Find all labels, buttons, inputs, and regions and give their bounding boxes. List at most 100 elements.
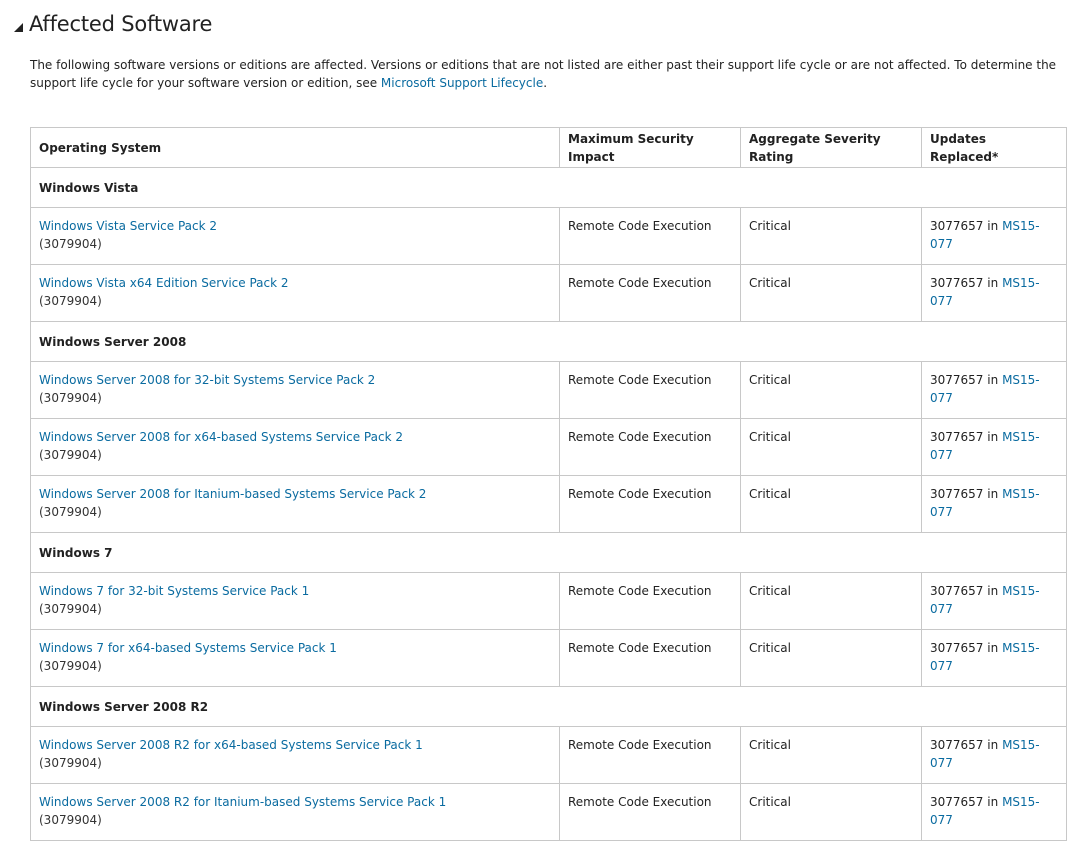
impact-cell: Remote Code Execution [559, 207, 741, 265]
os-link[interactable]: Windows Vista x64 Edition Service Pack 2 [39, 276, 289, 290]
replaced-kb: 3077657 [930, 738, 984, 752]
affected-software-table: Operating System Maximum Security Impact… [30, 127, 1067, 841]
replaced-kb: 3077657 [930, 487, 984, 501]
replaced-in: in [987, 430, 999, 444]
severity-cell: Critical [740, 264, 922, 322]
severity-cell: Critical [740, 475, 922, 533]
impact-cell: Remote Code Execution [559, 629, 741, 687]
replaced-cell: 3077657 in MS15-077 [921, 418, 1067, 476]
severity-cell: Critical [740, 572, 922, 630]
replaced-cell: 3077657 in MS15-077 [921, 572, 1067, 630]
impact-cell: Remote Code Execution [559, 264, 741, 322]
impact-cell: Remote Code Execution [559, 475, 741, 533]
kb-number: (3079904) [39, 659, 102, 673]
os-link[interactable]: Windows 7 for x64-based Systems Service … [39, 641, 337, 655]
impact-cell: Remote Code Execution [559, 361, 741, 419]
os-link[interactable]: Windows Vista Service Pack 2 [39, 219, 217, 233]
severity-cell: Critical [740, 418, 922, 476]
os-link[interactable]: Windows Server 2008 for x64-based System… [39, 430, 403, 444]
replaced-cell: 3077657 in MS15-077 [921, 475, 1067, 533]
replaced-in: in [987, 584, 999, 598]
replaced-in: in [987, 487, 999, 501]
table-row: Windows Server 2008 for Itanium-based Sy… [30, 475, 1067, 533]
replaced-cell: 3077657 in MS15-077 [921, 629, 1067, 687]
replaced-in: in [987, 795, 999, 809]
replaced-kb: 3077657 [930, 373, 984, 387]
replaced-cell: 3077657 in MS15-077 [921, 726, 1067, 784]
table-row: Windows Vista Service Pack 2 (3079904) Rem… [30, 207, 1067, 265]
group-name: Windows 7 [30, 532, 1067, 573]
os-link[interactable]: Windows Server 2008 for Itanium-based Sy… [39, 487, 426, 501]
replaced-in: in [987, 738, 999, 752]
replaced-in: in [987, 219, 999, 233]
replaced-kb: 3077657 [930, 276, 984, 290]
group-row: Windows Server 2008 R2 [30, 686, 1067, 727]
table-row: Windows Server 2008 R2 for Itanium-based… [30, 783, 1067, 841]
replaced-in: in [987, 276, 999, 290]
kb-number: (3079904) [39, 448, 102, 462]
kb-number: (3079904) [39, 602, 102, 616]
replaced-cell: 3077657 in MS15-077 [921, 783, 1067, 841]
group-name: Windows Vista [30, 167, 1067, 208]
intro-paragraph: The following software versions or editi… [30, 56, 1060, 92]
os-cell: Windows Server 2008 R2 for Itanium-based… [30, 783, 560, 841]
impact-cell: Remote Code Execution [559, 726, 741, 784]
group-row: Windows 7 [30, 532, 1067, 573]
os-cell: Windows 7 for 32-bit Systems Service Pac… [30, 572, 560, 630]
table-header-row: Operating System Maximum Security Impact… [30, 127, 1067, 168]
replaced-cell: 3077657 in MS15-077 [921, 207, 1067, 265]
severity-cell: Critical [740, 629, 922, 687]
replaced-kb: 3077657 [930, 641, 984, 655]
section-title: Affected Software [29, 12, 213, 36]
group-name: Windows Server 2008 [30, 321, 1067, 362]
severity-cell: Critical [740, 207, 922, 265]
group-row: Windows Server 2008 [30, 321, 1067, 362]
os-link[interactable]: Windows Server 2008 R2 for Itanium-based… [39, 795, 446, 809]
os-cell: Windows 7 for x64-based Systems Service … [30, 629, 560, 687]
severity-cell: Critical [740, 726, 922, 784]
table-row: Windows Server 2008 for x64-based System… [30, 418, 1067, 476]
support-lifecycle-link[interactable]: Microsoft Support Lifecycle [381, 76, 543, 90]
os-link[interactable]: Windows 7 for 32-bit Systems Service Pac… [39, 584, 309, 598]
intro-end: . [543, 76, 548, 90]
replaced-cell: 3077657 in MS15-077 [921, 264, 1067, 322]
header-max-security-impact: Maximum Security Impact [559, 127, 741, 168]
header-operating-system: Operating System [30, 127, 560, 168]
impact-cell: Remote Code Execution [559, 418, 741, 476]
os-cell: Windows Server 2008 for x64-based System… [30, 418, 560, 476]
kb-number: (3079904) [39, 505, 102, 519]
replaced-kb: 3077657 [930, 430, 984, 444]
replaced-kb: 3077657 [930, 219, 984, 233]
impact-cell: Remote Code Execution [559, 572, 741, 630]
kb-number: (3079904) [39, 813, 102, 827]
table-row: Windows 7 for 32-bit Systems Service Pac… [30, 572, 1067, 630]
header-updates-replaced: Updates Replaced* [921, 127, 1067, 168]
os-cell: Windows Vista Service Pack 2 (3079904) [30, 207, 560, 265]
collapse-triangle-icon[interactable] [14, 22, 23, 32]
section-heading[interactable]: Affected Software [14, 8, 212, 40]
replaced-in: in [987, 373, 999, 387]
os-link[interactable]: Windows Server 2008 for 32-bit Systems S… [39, 373, 375, 387]
os-cell: Windows Vista x64 Edition Service Pack 2… [30, 264, 560, 322]
severity-cell: Critical [740, 783, 922, 841]
group-row: Windows Vista [30, 167, 1067, 208]
severity-cell: Critical [740, 361, 922, 419]
replaced-kb: 3077657 [930, 584, 984, 598]
os-cell: Windows Server 2008 for Itanium-based Sy… [30, 475, 560, 533]
os-cell: Windows Server 2008 R2 for x64-based Sys… [30, 726, 560, 784]
group-name: Windows Server 2008 R2 [30, 686, 1067, 727]
replaced-cell: 3077657 in MS15-077 [921, 361, 1067, 419]
impact-cell: Remote Code Execution [559, 783, 741, 841]
table-body: Windows Vista Windows Vista Service Pack … [30, 167, 1067, 841]
table-row: Windows Server 2008 R2 for x64-based Sys… [30, 726, 1067, 784]
header-aggregate-severity: Aggregate Severity Rating [740, 127, 922, 168]
kb-number: (3079904) [39, 237, 102, 251]
kb-number: (3079904) [39, 391, 102, 405]
table-row: Windows Server 2008 for 32-bit Systems S… [30, 361, 1067, 419]
table-row: Windows 7 for x64-based Systems Service … [30, 629, 1067, 687]
replaced-in: in [987, 641, 999, 655]
os-cell: Windows Server 2008 for 32-bit Systems S… [30, 361, 560, 419]
os-link[interactable]: Windows Server 2008 R2 for x64-based Sys… [39, 738, 423, 752]
replaced-kb: 3077657 [930, 795, 984, 809]
kb-number: (3079904) [39, 756, 102, 770]
